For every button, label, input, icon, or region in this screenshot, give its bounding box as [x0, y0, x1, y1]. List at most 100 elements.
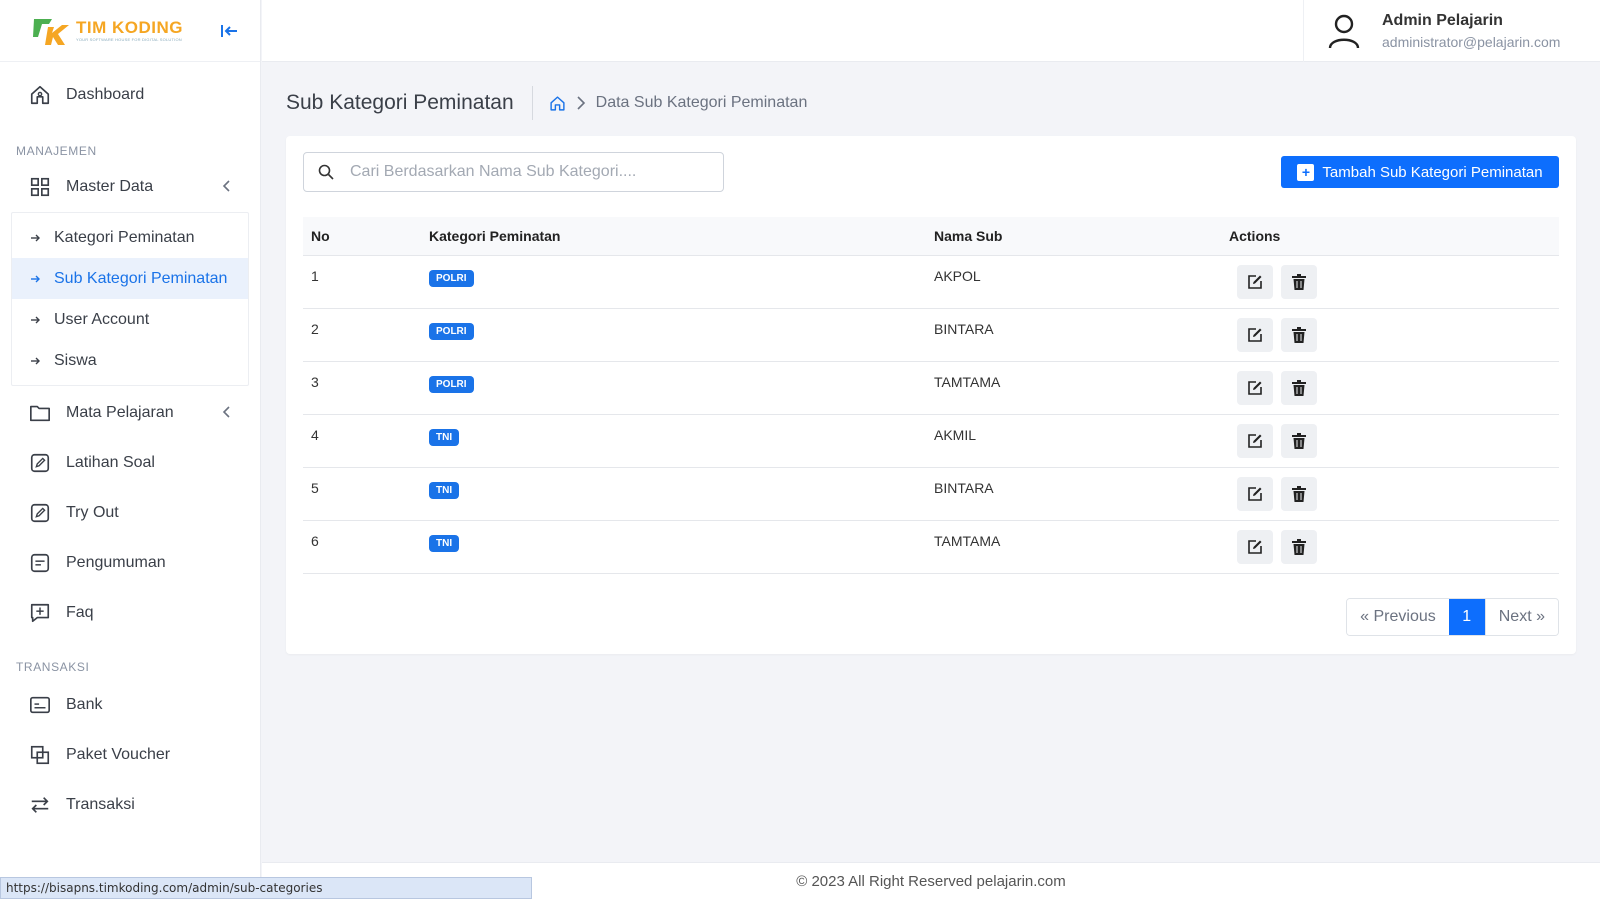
- user-email: administrator@pelajarin.com: [1382, 34, 1561, 50]
- arrow-right-icon: [30, 274, 42, 284]
- logo[interactable]: TIM KODING YOUR SOFTWARE HOUSE FOR DIGIT…: [32, 15, 183, 47]
- table-row: 3 POLRI TAMTAMA: [303, 361, 1559, 414]
- card-icon: [28, 693, 52, 717]
- master-data-submenu: Kategori Peminatan Sub Kategori Peminata…: [11, 212, 249, 386]
- cell-nama-sub: TAMTAMA: [934, 373, 1001, 390]
- pagination-page-button[interactable]: 1: [1448, 599, 1485, 635]
- table-row: 2 POLRI BINTARA: [303, 308, 1559, 361]
- edit-button[interactable]: [1237, 370, 1273, 405]
- sidebar-item-kategori-peminatan[interactable]: Kategori Peminatan: [12, 217, 248, 258]
- sidebar-item-try-out[interactable]: Try Out: [0, 488, 260, 538]
- grid-icon: [28, 175, 52, 199]
- pagination: « Previous 1 Next »: [1346, 598, 1559, 636]
- delete-button[interactable]: [1281, 264, 1317, 299]
- sidebar-item-label: Master Data: [66, 178, 154, 195]
- folder-icon: [28, 401, 52, 425]
- sidebar-item-label: Try Out: [66, 504, 119, 521]
- cell-nama-sub: TAMTAMA: [934, 532, 1001, 549]
- message-plus-icon: [28, 601, 52, 625]
- copy-icon: [28, 743, 52, 767]
- column-header-no: No: [311, 227, 330, 244]
- sidebar-item-label: Kategori Peminatan: [54, 228, 195, 246]
- trash-icon: [1292, 432, 1306, 449]
- sidebar-item-label: User Account: [54, 310, 150, 328]
- cell-no: 6: [311, 532, 319, 549]
- category-badge: POLRI: [429, 269, 474, 287]
- sidebar-item-user-account[interactable]: User Account: [12, 299, 248, 340]
- page-heading: Sub Kategori Peminatan Data Sub Kategori…: [286, 86, 807, 120]
- edit-button[interactable]: [1237, 423, 1273, 458]
- chevron-left-icon: [222, 180, 230, 192]
- pagination-previous-button[interactable]: « Previous: [1347, 599, 1449, 635]
- edit-button[interactable]: [1237, 264, 1273, 299]
- sidebar-item-label: Transaksi: [66, 796, 135, 813]
- section-label-manajemen: MANAJEMEN: [16, 144, 97, 158]
- document-icon: [28, 551, 52, 575]
- home-icon: [28, 83, 52, 107]
- column-header-kategori: Kategori Peminatan: [429, 227, 561, 244]
- brand-name: TIM KODING: [76, 18, 183, 37]
- category-badge: TNI: [429, 428, 460, 446]
- sidebar-item-bank[interactable]: Bank: [0, 680, 260, 730]
- delete-button[interactable]: [1281, 529, 1317, 564]
- sidebar-item-master-data[interactable]: Master Data: [0, 162, 260, 212]
- edit-square-icon: [28, 451, 52, 475]
- cell-nama-sub: AKMIL: [934, 426, 977, 443]
- section-label-transaksi: TRANSAKSI: [16, 660, 90, 674]
- column-header-actions: Actions: [1229, 227, 1281, 244]
- sidebar-item-sub-kategori-peminatan[interactable]: Sub Kategori Peminatan: [12, 258, 248, 299]
- sidebar-item-label: Siswa: [54, 351, 97, 369]
- cell-no: 1: [311, 267, 319, 284]
- sidebar-item-paket-voucher[interactable]: Paket Voucher: [0, 730, 260, 780]
- logo-icon: [33, 18, 69, 45]
- table-row: 6 TNI TAMTAMA: [303, 520, 1559, 573]
- trash-icon: [1292, 326, 1306, 343]
- delete-button[interactable]: [1281, 423, 1317, 458]
- sub-category-table: No Kategori Peminatan Nama Sub Actions 1…: [303, 217, 1559, 574]
- category-badge: POLRI: [429, 375, 474, 393]
- top-header: Admin Pelajarin administrator@pelajarin.…: [262, 0, 1600, 62]
- search-icon: [318, 164, 334, 180]
- sidebar-item-siswa[interactable]: Siswa: [12, 340, 248, 381]
- collapse-sidebar-button[interactable]: [216, 18, 242, 44]
- edit-button[interactable]: [1237, 476, 1273, 511]
- edit-icon: [1248, 327, 1262, 342]
- sidebar-item-transaksi[interactable]: Transaksi: [0, 780, 260, 830]
- table-header-row: No Kategori Peminatan Nama Sub Actions: [303, 217, 1559, 255]
- cell-nama-sub: BINTARA: [934, 479, 994, 496]
- sidebar-item-label: Latihan Soal: [66, 454, 155, 471]
- collapse-left-icon: [221, 25, 237, 37]
- user-menu[interactable]: Admin Pelajarin administrator@pelajarin.…: [1303, 0, 1600, 62]
- footer-copyright: © 2023 All Right Reserved pelajarin.com: [796, 872, 1066, 890]
- trash-icon: [1292, 379, 1306, 396]
- edit-icon: [1248, 274, 1262, 289]
- sidebar-item-latihan-soal[interactable]: Latihan Soal: [0, 438, 260, 488]
- page-title: Sub Kategori Peminatan: [286, 86, 533, 120]
- table-row: 5 TNI BINTARA: [303, 467, 1559, 520]
- trash-icon: [1292, 273, 1306, 290]
- edit-button[interactable]: [1237, 529, 1273, 564]
- sidebar-item-label: Pengumuman: [66, 554, 166, 571]
- sidebar-item-label: Faq: [66, 604, 94, 621]
- breadcrumb: Data Sub Kategori Peminatan: [533, 94, 807, 112]
- category-badge: POLRI: [429, 322, 474, 340]
- sidebar-item-dashboard[interactable]: Dashboard: [0, 70, 260, 120]
- delete-button[interactable]: [1281, 476, 1317, 511]
- add-sub-category-button[interactable]: + Tambah Sub Kategori Peminatan: [1281, 156, 1559, 188]
- edit-icon: [1248, 539, 1262, 554]
- brand-tagline: YOUR SOFTWARE HOUSE FOR DIGITAL SOLUTION: [76, 37, 182, 42]
- search-input[interactable]: [350, 163, 690, 181]
- arrow-right-icon: [30, 356, 42, 366]
- home-icon[interactable]: [549, 95, 566, 112]
- delete-button[interactable]: [1281, 317, 1317, 352]
- delete-button[interactable]: [1281, 370, 1317, 405]
- sidebar-item-mata-pelajaran[interactable]: Mata Pelajaran: [0, 388, 260, 438]
- sidebar-item-pengumuman[interactable]: Pengumuman: [0, 538, 260, 588]
- sidebar-item-label: Paket Voucher: [66, 746, 171, 763]
- sidebar-item-faq[interactable]: Faq: [0, 588, 260, 638]
- edit-square-icon: [28, 501, 52, 525]
- pagination-next-button[interactable]: Next »: [1484, 599, 1558, 635]
- sidebar-item-label: Bank: [66, 696, 103, 713]
- trash-icon: [1292, 485, 1306, 502]
- edit-button[interactable]: [1237, 317, 1273, 352]
